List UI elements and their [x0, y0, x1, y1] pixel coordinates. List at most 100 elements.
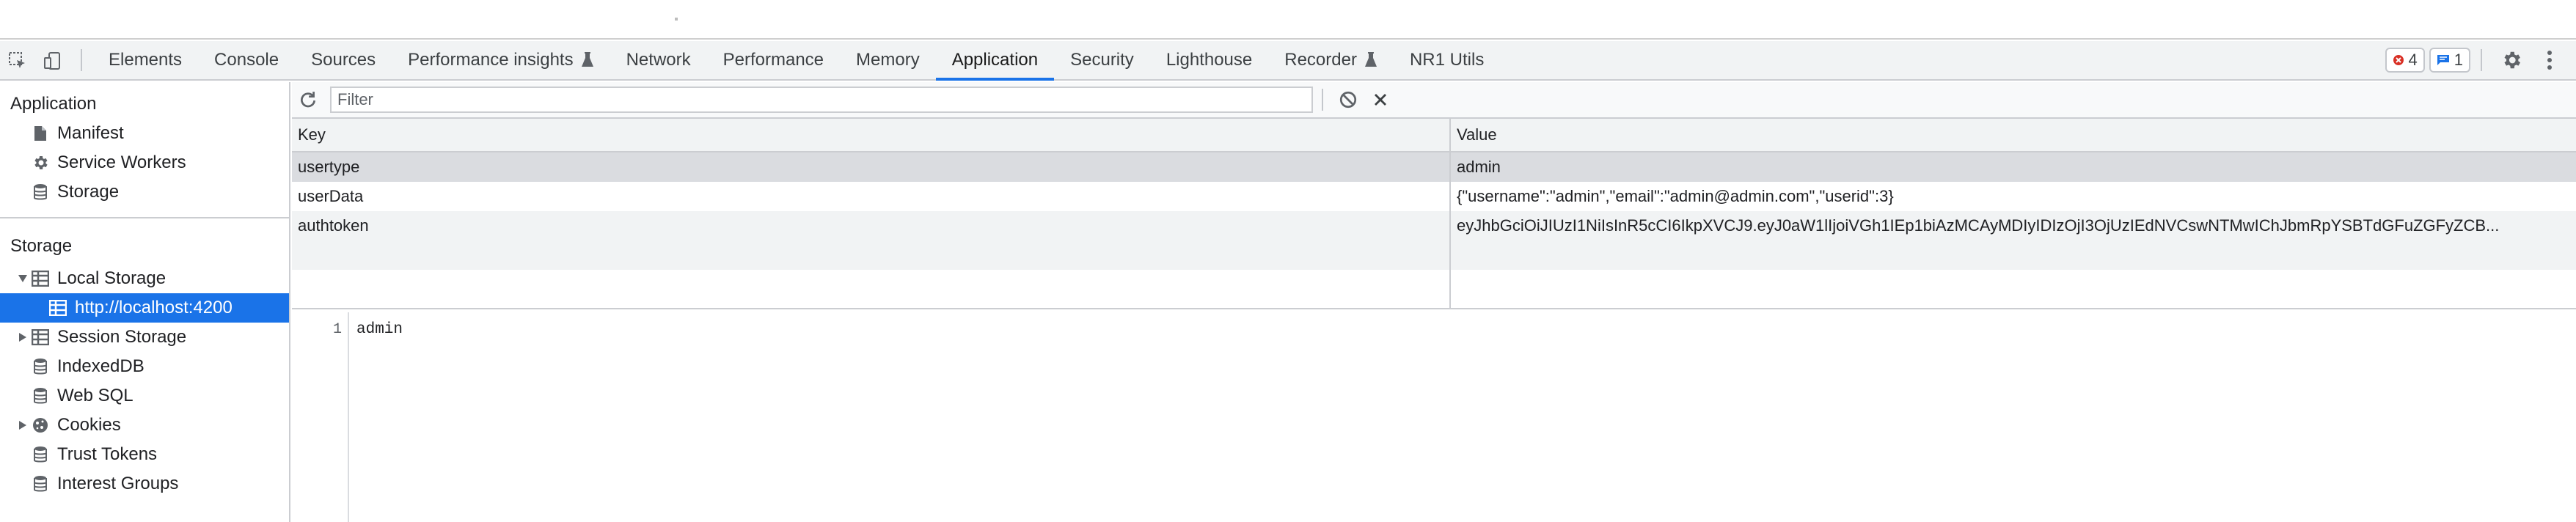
sidebar-item-localhost-origin[interactable]: http://localhost:4200 [0, 293, 289, 323]
error-icon [2393, 54, 2404, 66]
sidebar-item-trust-tokens[interactable]: Trust Tokens [0, 440, 289, 469]
column-header-value[interactable]: Value [1451, 119, 2576, 151]
delete-selected-button[interactable] [1364, 81, 1397, 118]
tab-security[interactable]: Security [1054, 41, 1150, 79]
more-options-icon[interactable] [2531, 40, 2569, 80]
value-cell[interactable]: {"username":"admin","email":"admin@admin… [1451, 182, 2576, 211]
clear-all-button[interactable] [1332, 81, 1364, 118]
line-number: 1 [332, 321, 342, 338]
table-row[interactable]: userData {"username":"admin","email":"adm… [292, 182, 2576, 211]
database-icon [29, 387, 51, 405]
tab-label: Performance [722, 50, 824, 70]
message-icon [2437, 54, 2450, 66]
database-icon [29, 358, 51, 375]
preview-value[interactable]: admin [356, 321, 403, 338]
tab-label: Console [214, 50, 279, 70]
sidebar-item-label: Cookies [57, 415, 121, 435]
tab-label: Lighthouse [1166, 50, 1253, 70]
database-icon [29, 183, 51, 201]
sidebar-item-label: Web SQL [57, 386, 133, 405]
device-toolbar-icon[interactable] [35, 41, 70, 81]
sidebar-item-manifest[interactable]: Manifest [0, 119, 289, 148]
sidebar-item-storage[interactable]: Storage [0, 177, 289, 207]
table-row[interactable]: authtoken eyJhbGciOiJIUzI1NiIsInR5cCI6Ikp… [292, 211, 2576, 240]
sidebar-item-service-workers[interactable]: Service Workers [0, 148, 289, 177]
application-sidebar: Application Manifest Service Workers Sto… [0, 82, 290, 522]
tab-label: Memory [856, 50, 920, 70]
empty-cell [1451, 270, 2576, 308]
tab-label: Network [626, 50, 691, 70]
expanded-triangle-icon[interactable] [16, 274, 29, 283]
empty-cell [292, 240, 1451, 270]
file-icon [29, 125, 51, 141]
tab-label: Recorder [1284, 50, 1357, 70]
sidebar-item-websql[interactable]: Web SQL [0, 381, 289, 411]
tab-label: NR1 Utils [1409, 50, 1485, 70]
gear-icon [29, 154, 51, 172]
experiment-flask-icon [581, 52, 593, 67]
message-count: 1 [2454, 51, 2463, 69]
panel-tabs: Elements Console Sources Performance insigh… [92, 41, 1500, 81]
storage-toolbar [292, 82, 2576, 119]
sidebar-item-label: Local Storage [57, 268, 167, 288]
grid-icon [29, 271, 51, 287]
message-count-badge[interactable]: 1 [2429, 48, 2470, 73]
database-icon [29, 475, 51, 493]
tab-network[interactable]: Network [610, 41, 707, 79]
storage-main-panel: Key Value usertypeadminuserData{"usernam… [292, 82, 2576, 522]
tab-application[interactable]: Application [935, 41, 1055, 81]
table-header: Key Value [292, 119, 2576, 152]
sidebar-section-storage: Storage [10, 236, 73, 256]
error-count: 4 [2408, 51, 2418, 69]
tab-memory[interactable]: Memory [840, 41, 936, 79]
experiment-flask-icon [1364, 52, 1377, 67]
tab-label: Performance insights [408, 50, 574, 70]
error-count-badge[interactable]: 4 [2385, 48, 2425, 73]
database-icon [29, 446, 51, 463]
filter-input[interactable] [330, 87, 1313, 113]
sidebar-item-label: http://localhost:4200 [75, 298, 233, 317]
tab-performance-insights[interactable]: Performance insights [392, 41, 610, 79]
key-cell[interactable]: userData [292, 182, 1451, 211]
value-cell[interactable]: eyJhbGciOiJIUzI1NiIsInR5cCI6IkpXVCJ9.eyJ… [1451, 211, 2576, 240]
tab-performance[interactable]: Performance [707, 41, 840, 79]
tab-console[interactable]: Console [198, 41, 295, 79]
value-preview: 1 admin [292, 312, 2576, 522]
empty-row [292, 240, 2576, 270]
settings-gear-icon[interactable] [2492, 40, 2531, 80]
cookie-icon [29, 416, 51, 434]
tab-label: Security [1070, 50, 1134, 70]
table-body: usertype admin userData {"username":"admin"… [292, 152, 2576, 240]
column-header-key[interactable]: Key [292, 119, 1451, 151]
tab-lighthouse[interactable]: Lighthouse [1150, 41, 1268, 79]
empty-cell [1451, 240, 2576, 270]
tab-sources[interactable]: Sources [295, 41, 392, 79]
tabbar-right: 4 1 [2385, 41, 2576, 79]
filler-row [292, 270, 2576, 308]
devtools-tab-bar: Elements Console Sources Performance insigh… [0, 41, 2576, 81]
sidebar-item-session-storage[interactable]: Session Storage [0, 323, 289, 352]
tab-recorder[interactable]: Recorder [1268, 41, 1394, 79]
table-row[interactable]: usertype admin [292, 152, 2576, 182]
block-icon [1339, 91, 1357, 109]
inspect-element-icon[interactable] [0, 41, 35, 81]
refresh-button[interactable] [292, 81, 324, 118]
tab-label: Sources [311, 50, 376, 70]
tab-nr1-utils[interactable]: NR1 Utils [1394, 41, 1500, 79]
empty-cell [292, 270, 1451, 308]
key-cell[interactable]: authtoken [292, 211, 1451, 240]
sidebar-item-indexeddb[interactable]: IndexedDB [0, 352, 289, 381]
collapsed-triangle-icon[interactable] [16, 420, 29, 430]
tab-elements[interactable]: Elements [92, 41, 198, 79]
sidebar-item-label: Interest Groups [57, 474, 179, 493]
value-cell[interactable]: admin [1451, 152, 2576, 182]
tab-label: Application [951, 50, 1039, 70]
sidebar-item-local-storage[interactable]: Local Storage [0, 264, 289, 293]
sidebar-item-label: Storage [57, 182, 120, 202]
sidebar-item-cookies[interactable]: Cookies [0, 411, 289, 440]
key-cell[interactable]: usertype [292, 152, 1451, 182]
sidebar-item-interest-groups[interactable]: Interest Groups [0, 469, 289, 499]
browser-top-strip [0, 0, 2576, 40]
toolbar-separator [81, 49, 82, 71]
collapsed-triangle-icon[interactable] [16, 332, 29, 342]
